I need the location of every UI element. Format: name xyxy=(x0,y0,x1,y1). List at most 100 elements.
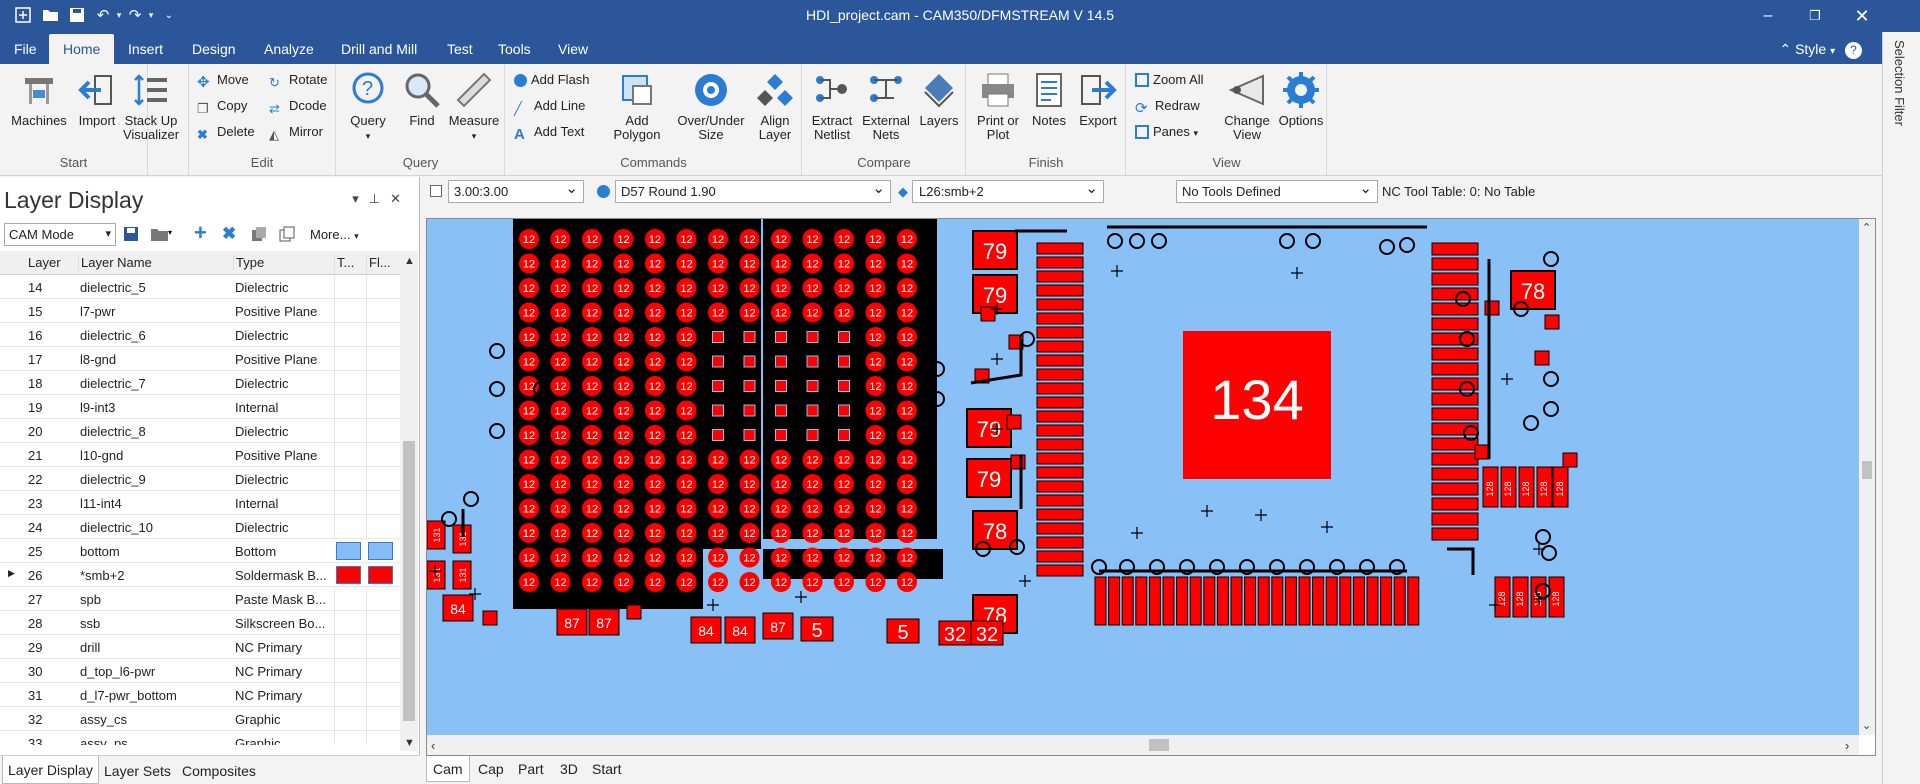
layer-color-swatch[interactable] xyxy=(336,542,361,560)
column-fl[interactable]: Fl... xyxy=(366,255,391,270)
tab-start[interactable]: Start xyxy=(592,761,622,777)
layer-cell[interactable] xyxy=(334,731,366,745)
menu-drill-and-mill[interactable]: Drill and Mill xyxy=(341,41,417,57)
import-button[interactable]: Import xyxy=(72,70,122,128)
canvas-vscroll-thumb[interactable] xyxy=(1862,461,1872,479)
layer-cell[interactable] xyxy=(366,443,398,467)
add-flash-button[interactable]: Add Flash xyxy=(514,72,590,87)
column-type[interactable]: Type xyxy=(233,255,264,270)
layer-cell[interactable] xyxy=(334,515,366,539)
canvas-scroll-left-icon[interactable]: ‹ xyxy=(431,738,435,753)
column-layer-name[interactable]: Layer Name xyxy=(78,255,152,270)
layer-cell[interactable] xyxy=(366,347,398,371)
layer-cell[interactable] xyxy=(334,707,366,731)
selection-filter-panel[interactable]: Selection Filter xyxy=(1882,32,1920,784)
layer-row[interactable]: 30 d_top_l6-pwr NC Primary xyxy=(0,659,400,683)
column-layer[interactable]: Layer xyxy=(28,255,61,270)
layer-cell[interactable] xyxy=(366,299,398,323)
layer-cell[interactable] xyxy=(334,683,366,707)
column-t[interactable]: T... xyxy=(334,255,354,270)
canvas-hscroll-thumb[interactable] xyxy=(1149,739,1169,751)
layer-row[interactable]: 17 l8-gnd Positive Plane xyxy=(0,347,400,371)
layer-row[interactable]: 15 l7-pwr Positive Plane xyxy=(0,299,400,323)
scroll-up-icon[interactable]: ▲ xyxy=(404,255,415,267)
layer-cell[interactable] xyxy=(366,515,398,539)
mirror-button[interactable]: ◭ Mirror xyxy=(269,124,323,143)
layer-cell[interactable] xyxy=(366,659,398,683)
delete-button[interactable]: ✖ Delete xyxy=(197,124,255,143)
minimize-icon[interactable]: – xyxy=(1748,4,1788,28)
help-icon[interactable]: ? xyxy=(1845,42,1862,59)
open-layers-icon[interactable]: ▾ xyxy=(150,225,172,243)
copy-layer-icon[interactable] xyxy=(250,225,268,243)
layer-cell[interactable] xyxy=(366,707,398,731)
layer-cell[interactable] xyxy=(334,491,366,515)
layer-cell[interactable] xyxy=(334,611,366,635)
panes-button[interactable]: Panes ▾ xyxy=(1135,124,1198,139)
layer-toggle-icon[interactable] xyxy=(430,185,442,197)
menu-design[interactable]: Design xyxy=(192,41,236,57)
layer-cell[interactable] xyxy=(334,299,366,323)
layer-row[interactable]: 14 dielectric_5 Dielectric xyxy=(0,275,400,299)
menu-file[interactable]: File xyxy=(14,41,37,57)
scroll-down-icon[interactable]: ▼ xyxy=(404,737,415,749)
layer-cell[interactable] xyxy=(366,731,398,745)
change-view-button[interactable]: Change View xyxy=(1217,70,1277,142)
layer-color-swatch[interactable] xyxy=(368,542,393,560)
measure-button[interactable]: Measure ▾ xyxy=(445,70,503,143)
layer-row[interactable]: 24 dielectric_10 Dielectric xyxy=(0,515,400,539)
layer-row[interactable]: 18 dielectric_7 Dielectric xyxy=(0,371,400,395)
canvas-horizontal-scrollbar[interactable]: ‹ › xyxy=(427,735,1859,755)
layer-cell[interactable] xyxy=(366,635,398,659)
tab-layer-sets[interactable]: Layer Sets xyxy=(104,763,171,779)
layer-row[interactable]: 16 dielectric_6 Dielectric xyxy=(0,323,400,347)
external-nets-button[interactable]: External Nets xyxy=(859,70,913,142)
add-polygon-button[interactable]: Add Polygon xyxy=(602,70,672,142)
menu-insert[interactable]: Insert xyxy=(128,41,163,57)
canvas-vertical-scrollbar[interactable]: ⌃ ⌄ xyxy=(1859,219,1875,735)
copy-button[interactable]: ❐ Copy xyxy=(197,98,247,117)
layer-cell[interactable] xyxy=(366,587,398,611)
layer-combo[interactable]: L26:smb+2 xyxy=(912,179,1104,203)
menu-view[interactable]: View xyxy=(558,41,588,57)
layer-row[interactable]: ▶ 26 *smb+2 Soldermask B... xyxy=(0,563,400,587)
pcb-canvas[interactable]: 12 12 12 12 12 12 12 12 12 12 12 12 12 12 12 12 12 12 12 12… xyxy=(427,219,1859,735)
layers-compare-button[interactable]: Layers xyxy=(915,70,963,128)
layer-cell[interactable] xyxy=(366,611,398,635)
extract-netlist-button[interactable]: Extract Netlist xyxy=(807,70,857,142)
layer-cell[interactable] xyxy=(334,443,366,467)
tab-composites[interactable]: Composites xyxy=(182,763,256,779)
zoom-all-button[interactable]: Zoom All xyxy=(1135,72,1204,87)
panel-menu-icon[interactable]: ▾ xyxy=(352,191,369,206)
layer-cell[interactable] xyxy=(366,683,398,707)
export-button[interactable]: Export xyxy=(1073,70,1123,128)
menu-analyze[interactable]: Analyze xyxy=(264,41,314,57)
layer-row[interactable]: 20 dielectric_8 Dielectric xyxy=(0,419,400,443)
layer-cell[interactable] xyxy=(334,275,366,299)
style-menu[interactable]: ⌃ Style ▾ ? xyxy=(1779,41,1862,59)
dcode-combo[interactable]: D57 Round 1.90 xyxy=(615,179,891,203)
layer-color-swatch[interactable] xyxy=(336,566,361,584)
add-layer-icon[interactable]: + xyxy=(194,222,212,244)
options-button[interactable]: Options xyxy=(1275,70,1327,128)
menu-home[interactable]: Home xyxy=(49,34,115,64)
layer-cell[interactable] xyxy=(366,371,398,395)
rotate-button[interactable]: ↻ Rotate xyxy=(269,72,327,91)
layer-cell[interactable] xyxy=(334,587,366,611)
more-button[interactable]: More... ▾ xyxy=(310,227,359,242)
layer-cell[interactable] xyxy=(334,347,366,371)
layer-cell[interactable] xyxy=(334,467,366,491)
layer-row[interactable]: 33 assy_ps Graphic xyxy=(0,731,400,745)
layer-row[interactable]: 28 ssb Silkscreen Bo... xyxy=(0,611,400,635)
menu-test[interactable]: Test xyxy=(447,41,473,57)
layer-cell[interactable] xyxy=(334,659,366,683)
query-button[interactable]: ? Query ▾ xyxy=(343,70,393,143)
layer-row[interactable]: 25 bottom Bottom xyxy=(0,539,400,563)
layer-cell[interactable] xyxy=(366,323,398,347)
tab-3d[interactable]: 3D xyxy=(560,761,578,777)
align-layer-button[interactable]: Align Layer xyxy=(750,70,800,142)
layer-row[interactable]: 31 d_l7-pwr_bottom NC Primary xyxy=(0,683,400,707)
layer-cell[interactable] xyxy=(334,323,366,347)
layer-cell[interactable] xyxy=(366,419,398,443)
layer-cell[interactable] xyxy=(334,395,366,419)
